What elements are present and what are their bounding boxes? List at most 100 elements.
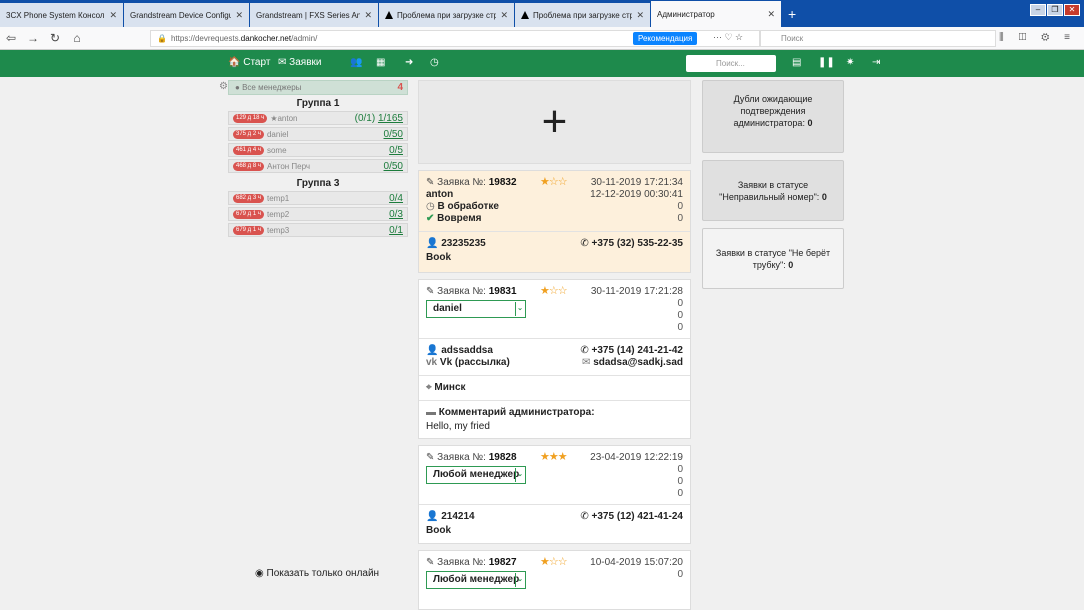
phone-icon: ✆ <box>580 238 589 249</box>
manager-select[interactable]: daniel ⌄ <box>426 300 526 318</box>
user-icon: 👤 <box>426 238 439 249</box>
users-icon[interactable]: 👥 <box>350 57 362 68</box>
show-online-only-button[interactable]: ◉ Показать только онлайн <box>255 568 379 579</box>
manager-row[interactable]: 468 д 8 ч Антон Перч 0/50 <box>228 159 408 173</box>
chevron-down-icon: ⌄ <box>515 573 524 587</box>
close-icon[interactable]: ✕ <box>500 10 508 21</box>
manager-row[interactable]: 461 д 4 ч some 0/5 <box>228 143 408 157</box>
phone-icon: ✆ <box>580 345 589 356</box>
url-bar[interactable]: 🔒 https://devrequests. dankocher.net/admi… <box>150 30 760 47</box>
close-icon[interactable]: ✕ <box>109 10 117 21</box>
arrow-right-icon[interactable]: ➜ <box>405 57 413 68</box>
lock-icon: 🔒 <box>157 34 167 43</box>
forward-icon[interactable]: → <box>22 31 44 45</box>
comment-icon: ▬ <box>426 407 436 418</box>
pencil-icon: ✎ <box>426 286 435 297</box>
chevron-down-icon: ⌄ <box>515 302 524 316</box>
recommendation-button[interactable]: Рекомендация <box>633 32 698 45</box>
managers-panel: ⚙ ● Все менеджеры 4 Группа 1 129 д 18 ч ★… <box>219 80 408 239</box>
gear-icon[interactable]: ✷ <box>846 57 854 68</box>
vk-icon: vk <box>426 357 438 368</box>
maximize-icon[interactable]: ❐ <box>1047 4 1063 16</box>
browser-tab-bar: 3CX Phone System Консоль у ✕ Grandstream … <box>0 0 1084 27</box>
request-card[interactable]: ✎ Заявка №: 19831 ★☆☆ 30-11-2019 17:21:2… <box>418 279 691 439</box>
close-icon[interactable]: ✕ <box>235 10 243 21</box>
browser-nav-bar: ⇦ → ↻ ⌂ 🔒 https://devrequests. dankocher.… <box>0 27 1084 50</box>
manager-row[interactable]: 682 д 3 ч temp1 0/4 <box>228 191 408 205</box>
minimize-icon[interactable]: – <box>1030 4 1046 16</box>
pencil-icon: ✎ <box>426 557 435 568</box>
clock-icon[interactable]: ◷ <box>430 57 439 68</box>
gear-icon[interactable]: ⚙ <box>219 81 228 92</box>
request-card[interactable]: ✎ Заявка №: 19827 ★☆☆ 10-04-2019 15:07:2… <box>418 550 691 610</box>
requests-column: + ✎ Заявка №: 19832 ★☆☆ 30-11-2019 17:21… <box>418 80 691 610</box>
chart-icon[interactable]: ▦ <box>376 57 385 68</box>
rating-stars[interactable]: ★☆☆ <box>540 555 568 568</box>
status-badge: 682 д 3 ч <box>233 193 264 203</box>
browser-tab-active[interactable]: Администратор ✕ <box>651 1 781 27</box>
manager-row[interactable]: 679 д 1 ч temp3 0/1 <box>228 223 408 237</box>
status-badge: 468 д 8 ч <box>233 161 264 171</box>
reload-icon[interactable]: ↻ <box>44 31 66 45</box>
rating-stars[interactable]: ★★★ <box>540 450 568 463</box>
duplicates-box[interactable]: Дубли ожидающие подтверждения администра… <box>702 80 844 153</box>
page-actions-icon[interactable]: ··· ♡ ☆ <box>713 32 743 43</box>
home-icon[interactable]: ⌂ <box>66 31 88 45</box>
group-title: Группа 1 <box>296 98 340 109</box>
no-answer-box[interactable]: Заявки в статусе "Не берёт трубку": 0 <box>702 228 844 289</box>
online-dot-icon: ● <box>235 83 240 92</box>
warning-icon <box>521 11 529 19</box>
nav-start[interactable]: 🏠 Старт <box>228 57 270 68</box>
rating-stars[interactable]: ★☆☆ <box>540 284 568 297</box>
manager-select[interactable]: Любой менеджер ⌄ <box>426 571 526 589</box>
close-icon[interactable]: ✕ <box>767 9 775 20</box>
status-badge: 679 д 1 ч <box>233 209 264 219</box>
browser-tab[interactable]: Grandstream Device Configuration✕ <box>124 3 249 27</box>
browser-search-input[interactable]: Поиск <box>760 30 996 47</box>
map-marker-icon: ⌖ <box>426 382 432 393</box>
nav-requests[interactable]: ✉ Заявки <box>278 57 321 68</box>
request-card[interactable]: ✎ Заявка №: 19828 ★★★ 23-04-2019 12:22:1… <box>418 445 691 544</box>
manager-row[interactable]: 679 д 1 ч temp2 0/3 <box>228 207 408 221</box>
stats-panel: Дубли ожидающие подтверждения администра… <box>702 80 844 296</box>
calendar-icon[interactable]: ▤ <box>792 57 801 68</box>
pencil-icon: ✎ <box>426 452 435 463</box>
plus-icon: + <box>541 97 568 146</box>
home-icon: 🏠 <box>228 57 241 68</box>
pencil-icon: ✎ <box>426 177 435 188</box>
close-icon[interactable]: ✕ <box>364 10 372 21</box>
mail-icon: ✉ <box>278 57 287 68</box>
window-close-icon[interactable]: ✕ <box>1064 4 1080 16</box>
back-icon[interactable]: ⇦ <box>0 31 22 45</box>
group-title: Группа 3 <box>296 178 340 189</box>
rating-stars[interactable]: ★☆☆ <box>540 175 568 188</box>
status-badge: 375 д 2 ч <box>233 129 264 139</box>
user-circle-icon: ◉ <box>255 568 264 579</box>
manager-row[interactable]: 129 д 18 ч ★ anton (0/1) 1/165 <box>228 111 408 125</box>
add-request-button[interactable]: + <box>418 80 691 164</box>
mail-icon: ✉ <box>582 357 591 368</box>
pause-icon[interactable]: ❚❚ <box>818 57 835 68</box>
user-icon: 👤 <box>426 511 439 522</box>
app-search-input[interactable]: Поиск... <box>686 55 776 72</box>
status-badge: 129 д 18 ч <box>233 113 268 123</box>
library-icon[interactable]: ⫼ ◫ ⚙ ≡ <box>999 32 1076 43</box>
status-badge: 679 д 1 ч <box>233 225 264 235</box>
window-controls: – ❐ ✕ <box>1030 4 1080 16</box>
user-icon: 👤 <box>426 345 439 356</box>
request-card[interactable]: ✎ Заявка №: 19832 ★☆☆ 30-11-2019 17:21:3… <box>418 170 691 273</box>
app-navbar: 🏠 Старт ✉ Заявки 👥 ▦ ➜ ◷ Поиск... ▤ ❚❚ ✷… <box>0 50 1084 77</box>
browser-tab[interactable]: 3CX Phone System Консоль у ✕ <box>0 3 123 27</box>
browser-tab[interactable]: Проблема при загрузке стра ✕ <box>515 3 650 27</box>
close-icon[interactable]: ✕ <box>636 10 644 21</box>
browser-tab[interactable]: Grandstream | FXS Series Analog Ga✕ <box>250 3 378 27</box>
chevron-down-icon: ⌄ <box>515 468 524 482</box>
clock-icon: ◷ <box>426 201 435 212</box>
logout-icon[interactable]: ⇥ <box>872 57 880 68</box>
browser-tab[interactable]: Проблема при загрузке стра ✕ <box>379 3 514 27</box>
all-managers-filter[interactable]: ⚙ ● Все менеджеры 4 <box>219 80 408 95</box>
manager-select[interactable]: Любой менеджер ⌄ <box>426 466 526 484</box>
manager-row[interactable]: 375 д 2 ч daniel 0/50 <box>228 127 408 141</box>
wrong-number-box[interactable]: Заявки в статусе "Неправильный номер": 0 <box>702 160 844 221</box>
new-tab-icon[interactable]: + <box>788 6 796 22</box>
